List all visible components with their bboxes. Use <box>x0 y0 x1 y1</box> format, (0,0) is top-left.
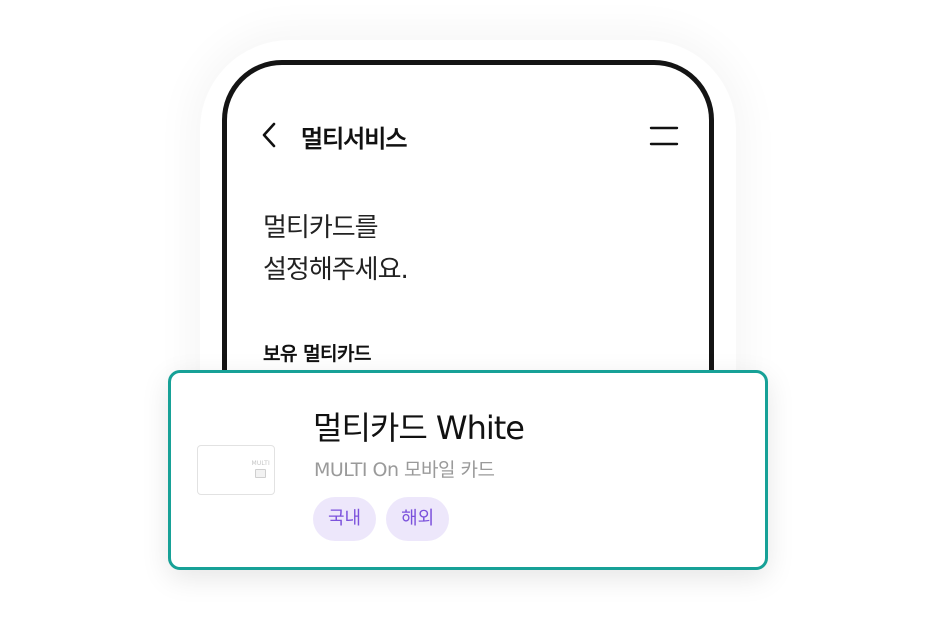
card-tags: 국내 해외 <box>313 497 450 541</box>
card-thumbnail: MULTI <box>197 445 275 495</box>
menu-icon[interactable] <box>649 125 679 147</box>
card-logo-text: MULTI <box>251 460 270 467</box>
multicard-item[interactable]: MULTI 멀티카드 White MULTI On 모바일 카드 국내 해외 <box>168 370 768 570</box>
tag-overseas: 해외 <box>386 497 450 541</box>
chevron-left-icon[interactable] <box>257 121 283 149</box>
phone-frame: 멀티서비스 멀티카드를 설정해주세요. 보유 멀티카드 <box>222 60 714 390</box>
headline-line-1: 멀티카드를 <box>263 213 379 243</box>
card-subtitle: MULTI On 모바일 카드 <box>314 459 495 481</box>
screen: 멀티서비스 멀티카드를 설정해주세요. 보유 멀티카드 MULTI 멀티카드 W… <box>0 0 936 630</box>
tag-domestic: 국내 <box>313 497 377 541</box>
card-name: 멀티카드 White <box>313 409 525 447</box>
headline-line-2: 설정해주세요. <box>263 255 409 285</box>
section-label: 보유 멀티카드 <box>263 343 372 365</box>
headline: 멀티카드를 설정해주세요. <box>263 207 409 291</box>
page-title: 멀티서비스 <box>301 125 407 153</box>
chip-icon <box>255 469 266 478</box>
app-header: 멀티서비스 <box>227 113 709 157</box>
